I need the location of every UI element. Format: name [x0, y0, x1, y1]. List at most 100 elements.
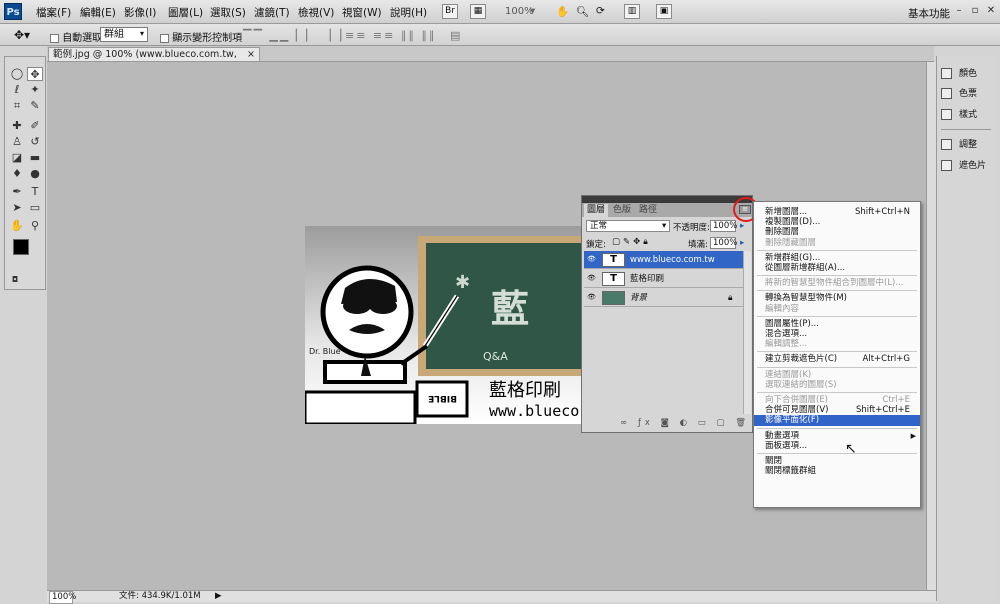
- blur-tool-icon[interactable]: ♦: [9, 167, 25, 181]
- hand-tool-icon[interactable]: ✋: [9, 219, 25, 233]
- options-bar: ✥▾ 自動選取: 群組 ▾ 顯示變形控制項 ▔▔ ▁▁ ▏▏ ▕▕ ≡≡ ≡≡ …: [0, 24, 1000, 46]
- lock-icons[interactable]: ▢✎✥🔒︎: [612, 237, 651, 247]
- view-extras-icon[interactable]: ▦: [470, 4, 486, 19]
- menu-item[interactable]: 從圖層新增群組(A)...: [754, 263, 920, 274]
- auto-align-icon[interactable]: ▤: [450, 29, 462, 42]
- show-transform-checkbox[interactable]: 顯示變形控制項: [160, 29, 242, 44]
- brush-tool-icon[interactable]: ✐: [27, 119, 43, 133]
- eyedropper-icon[interactable]: ✎: [27, 99, 43, 113]
- menu-layer[interactable]: 圖層(L): [168, 5, 203, 20]
- foreground-color-swatch[interactable]: [13, 239, 29, 255]
- menu-item[interactable]: 編輯調整...: [754, 339, 920, 350]
- tab-layers[interactable]: 圖層: [584, 204, 609, 217]
- menu-edit[interactable]: 編輯(E): [80, 5, 116, 20]
- auto-select-checkbox[interactable]: 自動選取:: [50, 29, 106, 44]
- menu-item-label: 向下合併圖層(E): [765, 395, 829, 405]
- layers-scrollbar[interactable]: [743, 251, 751, 414]
- document-image[interactable]: ✱ 藍 Q&A Dr. Blue BIBLE 藍格印刷 www.blueco: [305, 226, 581, 424]
- menu-item[interactable]: 編輯內容: [754, 304, 920, 315]
- brand-cn-text: 藍格印刷: [489, 380, 561, 401]
- chevron-down-icon[interactable]: ▾: [140, 29, 144, 38]
- menu-view[interactable]: 檢視(V): [298, 5, 334, 20]
- menu-window[interactable]: 視窗(W): [342, 5, 382, 20]
- screen-mode-icon[interactable]: ▣: [656, 4, 672, 19]
- vertical-scrollbar[interactable]: [926, 62, 936, 590]
- status-zoom[interactable]: 100%: [49, 591, 76, 604]
- rotate-view-icon[interactable]: ⟳: [596, 5, 605, 17]
- distribute-icons[interactable]: ≡≡ ≡≡ ∥∥ ∥∥: [345, 29, 436, 42]
- healing-brush-icon[interactable]: ✚: [9, 119, 25, 133]
- menu-file[interactable]: 檔案(F): [36, 5, 71, 20]
- move-tool-icon[interactable]: ✥▾: [14, 28, 30, 42]
- type-tool-icon[interactable]: T: [27, 185, 43, 199]
- board-main-text: 藍: [491, 287, 529, 331]
- quick-mask-icon[interactable]: ◘: [7, 273, 23, 287]
- gradient-icon[interactable]: ▬: [27, 151, 43, 165]
- menu-help[interactable]: 說明(H): [390, 5, 427, 20]
- status-arrow-icon[interactable]: ▶: [215, 591, 222, 602]
- fill-arrow-icon[interactable]: ▸: [740, 238, 744, 248]
- close-icon[interactable]: ✕: [984, 5, 998, 17]
- tab-channels[interactable]: 色版: [610, 204, 634, 217]
- menu-item-label: 從圖層新增群組(A)...: [765, 263, 846, 273]
- layer-row[interactable]: 👁︎ T www.blueco.com.tw: [584, 251, 746, 269]
- dock-adjustments[interactable]: 調整: [941, 137, 995, 153]
- right-panel-dock: 顏色 色票 樣式 調整 遮色片: [936, 56, 996, 601]
- marquee-tool-icon[interactable]: ◯: [9, 67, 25, 81]
- blend-mode-select[interactable]: 正常: [586, 220, 670, 232]
- menu-item[interactable]: 選取連結的圖層(S): [754, 380, 920, 391]
- layers-footer-icons[interactable]: ∞ ƒx ◙ ◐ ▭ ▢ 🗑︎: [584, 418, 750, 430]
- clone-stamp-icon[interactable]: ♙: [9, 135, 25, 149]
- crop-tool-icon[interactable]: ⌗: [9, 99, 25, 113]
- dock-masks[interactable]: 遮色片: [941, 158, 995, 174]
- tab-paths[interactable]: 路徑: [636, 204, 660, 217]
- align-icons[interactable]: ▔▔ ▁▁ ▏▏ ▕▕: [243, 29, 343, 42]
- restore-icon[interactable]: ▫: [968, 5, 982, 17]
- styles-icon: [941, 109, 952, 120]
- shape-tool-icon[interactable]: ▭: [27, 201, 43, 215]
- menu-item[interactable]: 影像平面化(F): [754, 415, 920, 427]
- arrange-documents-icon[interactable]: ▥: [624, 4, 640, 19]
- eraser-icon[interactable]: ◪: [9, 151, 25, 165]
- minimize-icon[interactable]: –: [952, 5, 966, 17]
- close-tab-icon[interactable]: ×: [247, 48, 255, 61]
- layer-row[interactable]: 👁︎ T 藍格印刷: [584, 270, 746, 288]
- opacity-arrow-icon[interactable]: ▸: [740, 221, 744, 231]
- menu-item[interactable]: 建立剪裁遮色片(C) Alt+Ctrl+G: [754, 354, 920, 365]
- menu-item[interactable]: 刪除隱藏圖層: [754, 238, 920, 249]
- panel-title-bar[interactable]: [582, 196, 752, 203]
- visibility-eye-icon[interactable]: 👁︎: [587, 256, 596, 263]
- hand-tool-icon[interactable]: ✋: [556, 5, 569, 18]
- pen-tool-icon[interactable]: ✒: [9, 185, 25, 199]
- opacity-field[interactable]: 100%: [710, 220, 737, 232]
- history-brush-icon[interactable]: ↺: [27, 135, 43, 149]
- lasso-tool-icon[interactable]: ℓ: [9, 83, 25, 97]
- menu-item[interactable]: 關閉標籤群組: [754, 466, 920, 477]
- menu-item-label: 建立剪裁遮色片(C): [765, 354, 838, 365]
- visibility-eye-icon[interactable]: 👁︎: [587, 275, 596, 282]
- zoom-tool-icon[interactable]: ⚲: [27, 219, 43, 233]
- menu-item[interactable]: 面板選項...: [754, 441, 920, 452]
- menu-image[interactable]: 影像(I): [124, 5, 156, 20]
- document-tab[interactable]: 範例.jpg @ 100% (www.blueco.com.tw, RGB/8#…: [48, 47, 260, 73]
- magic-wand-icon[interactable]: ✦: [27, 83, 43, 97]
- dock-styles[interactable]: 樣式: [941, 107, 995, 123]
- path-select-icon[interactable]: ➤: [9, 201, 25, 215]
- status-doc-info[interactable]: 文件: 434.9K/1.01M: [119, 591, 201, 602]
- dock-swatches[interactable]: 色票: [941, 86, 995, 102]
- zoom-dropdown-icon[interactable]: ▾: [530, 5, 535, 17]
- zoom-tool-icon[interactable]: 🔍︎: [576, 5, 589, 18]
- dock-color[interactable]: 顏色: [941, 66, 995, 82]
- workspace-switcher[interactable]: 基本功能: [908, 6, 950, 21]
- chevron-down-icon[interactable]: ▾: [662, 221, 666, 231]
- bridge-icon[interactable]: Br: [442, 4, 458, 19]
- move-tool-icon[interactable]: ✥: [27, 67, 43, 81]
- menu-item[interactable]: 將新的智慧型物件組合到圖層中(L)...: [754, 278, 920, 289]
- fill-field[interactable]: 100%: [710, 237, 737, 249]
- menu-item-label: 圖層屬性(P)...: [765, 318, 819, 329]
- dodge-tool-icon[interactable]: ●: [27, 167, 43, 181]
- menu-filter[interactable]: 濾鏡(T): [254, 5, 290, 20]
- menu-select[interactable]: 選取(S): [210, 5, 246, 20]
- layer-row[interactable]: 👁︎ 背景 🔒︎: [584, 289, 746, 307]
- visibility-eye-icon[interactable]: 👁︎: [587, 294, 596, 301]
